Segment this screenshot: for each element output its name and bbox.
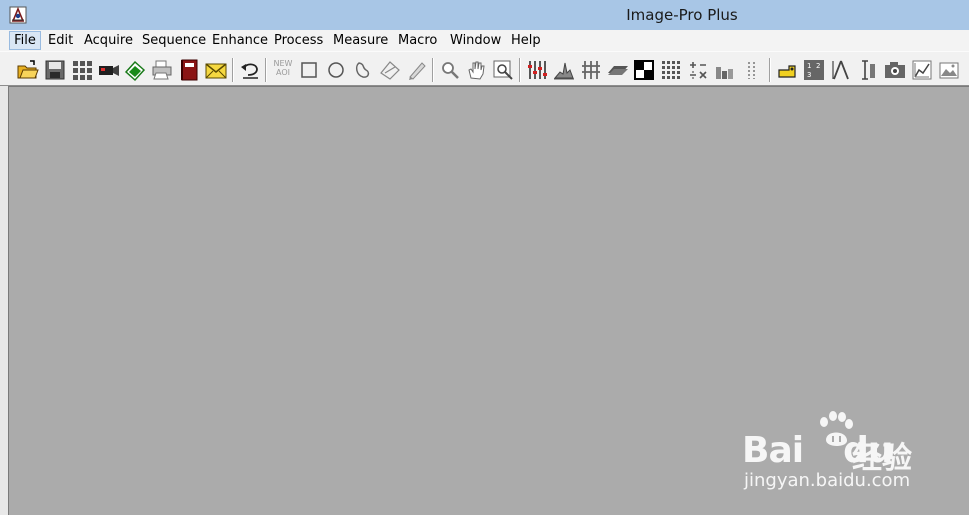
toolbar-separator [769,58,771,82]
calipers-icon[interactable] [829,58,853,82]
menu-sequence[interactable]: Sequence [142,31,206,50]
open-folder-icon[interactable] [16,58,40,82]
menu-acquire[interactable]: Acquire [84,31,133,50]
dotted-list-icon[interactable] [740,58,764,82]
video-camera-icon[interactable] [97,58,121,82]
bars-icon[interactable] [713,58,737,82]
watermark-url: jingyan.baidu.com [744,470,911,491]
surface-plot-icon[interactable] [606,58,630,82]
baidu-logo-text: Bai [742,430,804,471]
app-window: Image-Pro Plus File Edit Acquire Sequenc… [0,0,969,515]
zoom-window-icon[interactable] [491,58,515,82]
bitmap-analysis-icon[interactable] [579,58,603,82]
new-aoi-label-line2: AOI [276,68,290,77]
threshold-icon[interactable] [632,58,656,82]
toolbar-separator [265,58,267,82]
new-aoi-icon[interactable]: NEW AOI [271,59,295,83]
new-aoi-label-line1: NEW [273,59,293,68]
menu-process[interactable]: Process [274,31,323,50]
count-size-icon[interactable]: 1 2 3 [802,58,826,82]
tape-measure-icon[interactable] [775,58,799,82]
calculator-icon[interactable] [686,58,710,82]
menu-edit[interactable]: Edit [48,31,73,50]
menu-bar: File Edit Acquire Sequence Enhance Proce… [0,30,969,51]
menu-measure[interactable]: Measure [333,31,388,50]
baidu-watermark: Bai du 经验 jingyan.baidu.com [742,408,957,498]
print-icon[interactable] [150,58,174,82]
toolbar-separator [232,58,234,82]
count-label-1: 1 [807,62,811,70]
line-profile-icon[interactable] [552,58,576,82]
window-title: Image-Pro Plus [626,6,738,24]
toolbar-separator [519,58,521,82]
dot-grid-icon[interactable] [659,58,683,82]
menu-macro[interactable]: Macro [398,31,437,50]
save-icon[interactable] [43,58,67,82]
magnifier-icon[interactable] [438,58,462,82]
toolbar-separator [432,58,434,82]
irregular-aoi-icon[interactable] [351,58,375,82]
histogram-icon[interactable] [525,58,549,82]
menu-help[interactable]: Help [511,31,541,50]
menu-window[interactable]: Window [450,31,501,50]
pencil-icon[interactable] [405,58,429,82]
menu-enhance[interactable]: Enhance [212,31,268,50]
main-toolbar: NEW AOI 1 2 3 [0,51,969,86]
magic-wand-icon[interactable] [378,58,402,82]
menu-file[interactable]: File [9,31,41,50]
mail-icon[interactable] [204,58,228,82]
undo-icon[interactable] [238,58,262,82]
book-icon[interactable] [177,58,201,82]
camera-icon[interactable] [883,58,907,82]
rectangle-icon[interactable] [297,58,321,82]
count-label-3: 3 [807,71,811,79]
landscape-icon[interactable] [937,58,961,82]
count-label-2: 2 [816,62,820,70]
chart-icon[interactable] [910,58,934,82]
scan-icon[interactable] [123,58,147,82]
dimension-icon[interactable] [856,58,880,82]
title-bar[interactable]: Image-Pro Plus [0,0,969,30]
grid-icon[interactable] [70,58,94,82]
ellipse-icon[interactable] [324,58,348,82]
hand-icon[interactable] [464,58,488,82]
